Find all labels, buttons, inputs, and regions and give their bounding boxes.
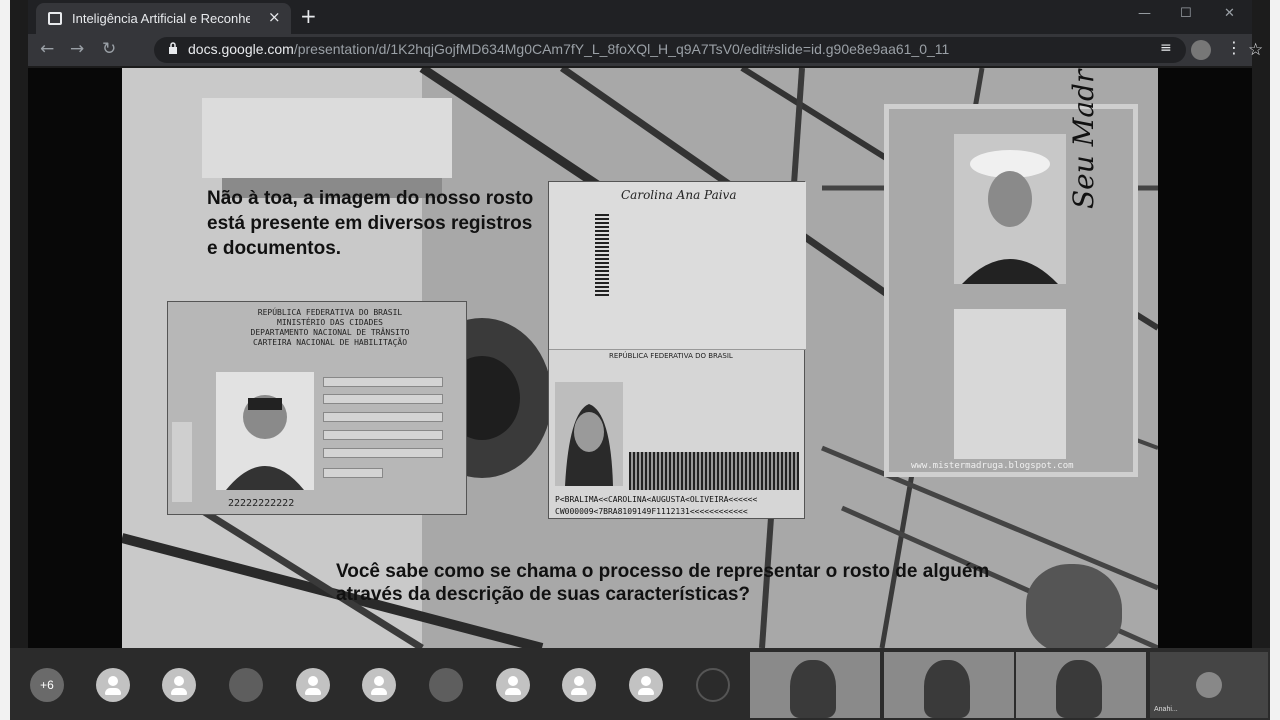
participant-avatar[interactable] xyxy=(629,668,663,702)
reload-icon[interactable]: ↻ xyxy=(102,39,116,59)
address-bar[interactable]: docs.google.com/presentation/d/1K2hqjGoj… xyxy=(154,37,1263,63)
cnh-field xyxy=(323,394,443,404)
cnh-field xyxy=(323,377,443,387)
participant-avatar[interactable] xyxy=(496,668,530,702)
cnh-side-strip xyxy=(172,422,192,502)
self-view-tile[interactable]: Anahi... xyxy=(1150,652,1268,718)
cnh-field xyxy=(323,448,443,458)
new-tab-icon[interactable]: + xyxy=(300,4,317,28)
participant-avatar[interactable] xyxy=(562,668,596,702)
participant-avatar[interactable] xyxy=(229,668,263,702)
window-close-icon[interactable]: ✕ xyxy=(1224,6,1235,21)
cnh-field xyxy=(323,412,443,422)
minimize-icon[interactable]: — xyxy=(1138,6,1151,21)
profile-avatar[interactable] xyxy=(1191,40,1211,60)
cnh-field xyxy=(323,468,383,478)
self-avatar xyxy=(1196,672,1222,698)
passport-image: Carolina Ana Paiva REPÚBLICA FEDERATIVA … xyxy=(548,181,806,519)
fingerprint-box xyxy=(954,309,1122,648)
participant-avatar[interactable] xyxy=(96,668,130,702)
mexico-id-card-image: Seu Madruga www.mistermadruga.blogspot.c… xyxy=(884,68,1138,648)
id-signature: Seu Madruga xyxy=(1067,68,1100,209)
navigation-bar: ← → ↻ docs.google.com/presentation/d/1K2… xyxy=(28,34,1263,66)
cnh-photo xyxy=(216,372,314,490)
self-view-label: Anahi... xyxy=(1154,706,1178,713)
participants-strip: +6 Anahi... xyxy=(10,648,1270,720)
presentation-slide: Não à toa, a imagem do nosso rosto está … xyxy=(122,68,1158,648)
passport-signature-page: Carolina Ana Paiva xyxy=(549,182,806,350)
tab-title: Inteligência Artificial e Reconhecim xyxy=(72,11,250,26)
passport-barcode xyxy=(595,212,609,296)
cnh-number: 22222222222 xyxy=(228,498,295,509)
more-participants-button[interactable]: +6 xyxy=(30,668,64,702)
passport-signature: Carolina Ana Paiva xyxy=(621,188,737,202)
slide-text-question: Você sabe como se chama o processo de re… xyxy=(336,561,990,605)
drivers-license-image: REPÚBLICA FEDERATIVA DO BRASIL MINISTÉRI… xyxy=(167,301,467,515)
forward-icon[interactable]: → xyxy=(70,39,84,59)
slide-text-intro: Não à toa, a imagem do nosso rosto está … xyxy=(207,188,534,259)
media-control-icon[interactable]: ≡ xyxy=(1160,40,1172,56)
participant-video-tile[interactable] xyxy=(750,652,880,718)
slide-letterbox-right xyxy=(1158,68,1252,648)
participant-video-face xyxy=(790,660,836,718)
passport-security-pattern xyxy=(629,452,799,490)
cnh-field xyxy=(323,430,443,440)
id-website: www.mistermadruga.blogspot.com xyxy=(911,461,1074,471)
passport-mrz: P<BRALIMA<<CAROLINA<AUGUSTA<OLIVEIRA<<<<… xyxy=(555,495,758,516)
participant-video-face xyxy=(1056,660,1102,718)
back-icon[interactable]: ← xyxy=(40,39,54,59)
slide-letterbox-left xyxy=(28,68,122,648)
id-photo xyxy=(954,134,1066,284)
participant-avatar[interactable] xyxy=(162,668,196,702)
menu-kebab-icon[interactable]: ⋮ xyxy=(1226,38,1242,57)
passport-photo xyxy=(555,382,623,486)
participant-avatar[interactable] xyxy=(296,668,330,702)
passport-header: REPÚBLICA FEDERATIVA DO BRASIL xyxy=(609,352,733,360)
participant-avatar[interactable] xyxy=(362,668,396,702)
participant-avatar[interactable] xyxy=(696,668,730,702)
bookmark-star-icon[interactable]: ☆ xyxy=(1248,40,1263,60)
slides-icon xyxy=(48,12,62,25)
close-icon[interactable]: × xyxy=(268,8,281,26)
participant-video-tile[interactable] xyxy=(884,652,1014,718)
participant-video-tile[interactable] xyxy=(1016,652,1146,718)
tab-bar: Inteligência Artificial e Reconhecim × +… xyxy=(28,0,1252,34)
url-text: docs.google.com/presentation/d/1K2hqjGoj… xyxy=(188,41,950,57)
participant-video-face xyxy=(924,660,970,718)
tab-active[interactable]: Inteligência Artificial e Reconhecim × xyxy=(36,3,291,34)
participant-avatar[interactable] xyxy=(429,668,463,702)
lock-icon xyxy=(169,42,177,54)
fingerprint-image xyxy=(1026,564,1122,648)
maximize-icon[interactable]: ☐ xyxy=(1180,6,1192,21)
cnh-header: REPÚBLICA FEDERATIVA DO BRASIL MINISTÉRI… xyxy=(250,308,410,347)
